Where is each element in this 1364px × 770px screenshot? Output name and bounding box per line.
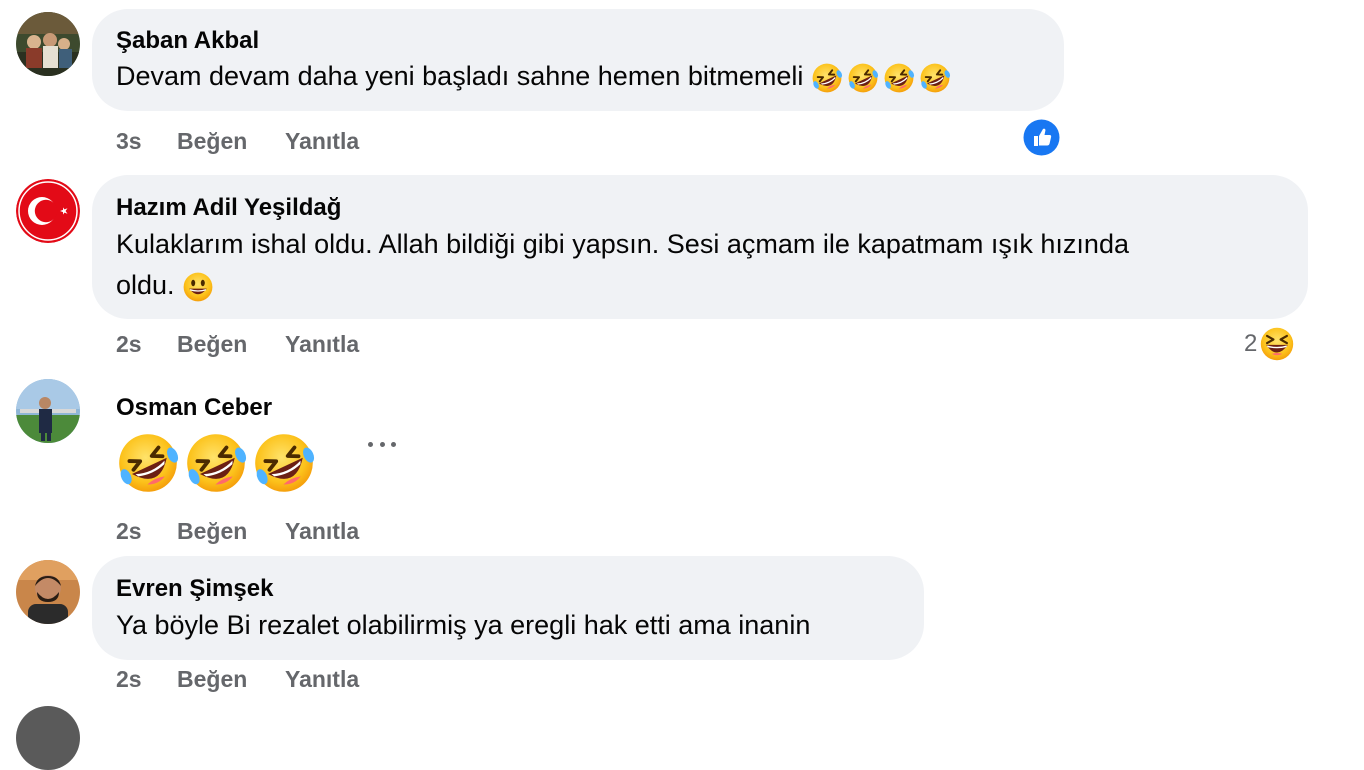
reply-button[interactable]: Yanıtla <box>285 666 359 693</box>
reply-button[interactable]: Yanıtla <box>285 128 359 155</box>
comment-emoji-content <box>116 431 316 495</box>
like-button[interactable]: Beğen <box>177 128 285 155</box>
grinning-squinting-emoji <box>1259 326 1295 362</box>
avatar[interactable] <box>16 560 80 624</box>
comment-time[interactable]: 3s <box>116 128 177 155</box>
comment-text-content: Devam devam daha yeni başladı sahne heme… <box>116 61 804 91</box>
comment-actions: 2s Beğen Yanıtla <box>116 518 359 545</box>
rolling-laughing-emoji <box>252 431 316 495</box>
like-icon[interactable] <box>1023 119 1060 156</box>
comment-time[interactable]: 2s <box>116 518 177 545</box>
like-button[interactable]: Beğen <box>177 666 285 693</box>
rolling-laughing-emoji <box>919 62 951 94</box>
like-button[interactable]: Beğen <box>177 518 285 545</box>
rolling-laughing-emoji <box>847 62 879 94</box>
like-button[interactable]: Beğen <box>177 331 285 358</box>
avatar[interactable] <box>16 179 80 243</box>
reaction-count: 2 <box>1244 330 1258 357</box>
comment-text-line: oldu. <box>116 265 214 305</box>
rolling-laughing-emoji <box>184 431 248 495</box>
comment-text: Ya böyle Bi rezalet olabilirmiş ya eregl… <box>116 610 811 640</box>
comment-author[interactable]: Şaban Akbal <box>116 27 259 55</box>
comment-actions: 2s Beğen Yanıtla <box>116 331 359 358</box>
comment-author[interactable]: Osman Ceber <box>116 394 272 422</box>
rolling-laughing-emoji <box>883 62 915 94</box>
comment-time[interactable]: 2s <box>116 666 177 693</box>
reaction-summary[interactable]: 2 <box>1244 326 1295 362</box>
comment-text: Devam devam daha yeni başladı sahne heme… <box>116 56 951 96</box>
rolling-laughing-emoji <box>811 62 843 94</box>
rolling-laughing-emoji <box>116 431 180 495</box>
reply-button[interactable]: Yanıtla <box>285 518 359 545</box>
avatar[interactable] <box>16 12 80 76</box>
avatar[interactable] <box>16 706 80 770</box>
comment-time[interactable]: 2s <box>116 331 177 358</box>
avatar[interactable] <box>16 379 80 443</box>
comment-author[interactable]: Hazım Adil Yeşildağ <box>116 194 341 222</box>
comment-author[interactable]: Evren Şimşek <box>116 575 273 603</box>
grinning-face-emoji <box>182 271 214 303</box>
comment-actions: 3s Beğen Yanıtla <box>116 128 359 155</box>
reply-button[interactable]: Yanıtla <box>285 331 359 358</box>
comment-text-line: Kulaklarım ishal oldu. Allah bildiği gib… <box>116 229 1129 259</box>
comment-actions: 2s Beğen Yanıtla <box>116 666 359 693</box>
more-options-icon[interactable] <box>366 430 398 458</box>
comment-text-content: oldu. <box>116 270 175 300</box>
